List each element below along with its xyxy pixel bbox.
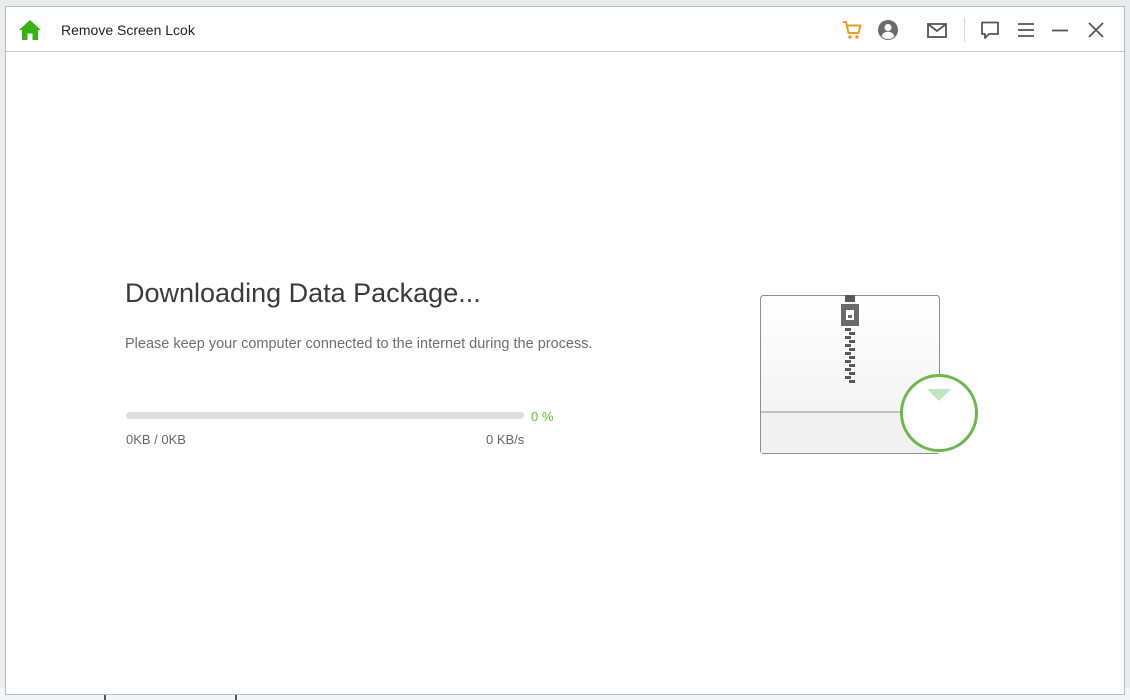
- page-description: Please keep your computer connected to t…: [125, 336, 593, 352]
- download-size: 0KB / 0KB: [126, 432, 186, 447]
- feedback-icon[interactable]: [978, 18, 1002, 42]
- toolbar-separator: [964, 18, 965, 42]
- download-speed: 0 KB/s: [486, 432, 525, 447]
- close-icon[interactable]: [1084, 18, 1108, 42]
- app-title: Remove Screen Lcok: [61, 22, 195, 38]
- home-icon[interactable]: [18, 19, 42, 41]
- cart-icon[interactable]: [840, 18, 864, 42]
- account-icon[interactable]: [876, 18, 900, 42]
- menu-icon[interactable]: [1014, 18, 1038, 42]
- main-content: Downloading Data Package... Please keep …: [6, 52, 1124, 695]
- title-bar: Remove Screen Lcok: [6, 7, 1124, 52]
- page-title: Downloading Data Package...: [125, 278, 481, 308]
- minimize-icon[interactable]: [1048, 18, 1072, 42]
- progress-percent: 0 %: [531, 409, 554, 424]
- app-window: Remove Screen Lcok Downloading Data Pack…: [5, 6, 1125, 695]
- mail-icon[interactable]: [925, 18, 949, 42]
- data-package-illustration: [758, 292, 988, 462]
- zip-box-icon: [760, 295, 978, 454]
- download-progress-bar: [126, 412, 524, 419]
